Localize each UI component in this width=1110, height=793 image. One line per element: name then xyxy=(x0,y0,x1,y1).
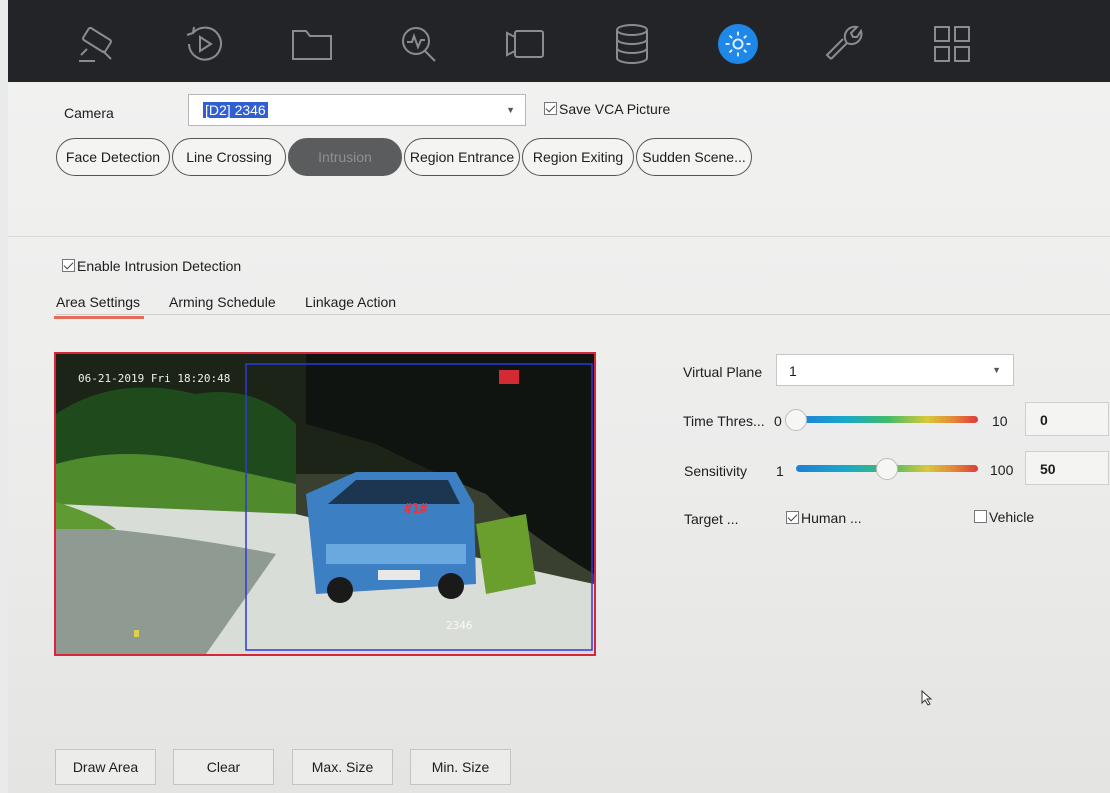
virtual-plane-label: Virtual Plane xyxy=(683,364,763,380)
sensitivity-label: Sensitivity xyxy=(684,463,748,479)
tab-region-entrance[interactable]: Region Entrance xyxy=(404,138,520,176)
osd-camera-name: 2346 xyxy=(446,619,473,632)
time-threshold-slider-handle[interactable] xyxy=(785,409,807,431)
osd-marker xyxy=(134,630,139,637)
tab-sudden-scene[interactable]: Sudden Scene... xyxy=(636,138,752,176)
clear-button[interactable]: Clear xyxy=(173,749,274,785)
time-threshold-max: 10 xyxy=(992,413,1008,429)
checkbox-checked-icon[interactable] xyxy=(786,511,799,524)
tab-region-exiting[interactable]: Region Exiting xyxy=(522,138,634,176)
camera-label: Camera xyxy=(64,105,114,121)
vehicle-label: Vehicle xyxy=(989,509,1035,525)
osd-timestamp: 06-21-2019 Fri 18:20:48 xyxy=(78,372,231,385)
live-view-camera-icon[interactable] xyxy=(70,18,122,70)
storage-icon[interactable] xyxy=(606,18,658,70)
time-threshold-value: 0 xyxy=(1040,412,1048,428)
divider xyxy=(8,236,1110,237)
time-threshold-min: 0 xyxy=(774,413,782,429)
checkbox-checked-icon[interactable] xyxy=(62,259,75,272)
smart-search-icon[interactable] xyxy=(392,18,444,70)
sensitivity-slider-handle[interactable] xyxy=(876,458,898,480)
time-threshold-input[interactable]: 0 xyxy=(1025,402,1109,436)
virtual-plane-select[interactable]: 1 ▼ xyxy=(776,354,1014,386)
draw-area-button[interactable]: Draw Area xyxy=(55,749,156,785)
recording-icon xyxy=(499,370,519,384)
save-vca-checkbox[interactable]: Save VCA Picture xyxy=(544,101,670,117)
file-management-icon[interactable] xyxy=(286,18,338,70)
main-toolbar xyxy=(8,0,1110,82)
osd-region-tag: #1# xyxy=(404,502,428,517)
save-vca-label: Save VCA Picture xyxy=(559,101,671,117)
chevron-down-icon: ▼ xyxy=(506,105,515,115)
target-label: Target ... xyxy=(684,511,739,527)
human-label: Human ... xyxy=(801,510,862,526)
time-threshold-slider[interactable] xyxy=(796,416,978,423)
min-size-button[interactable]: Min. Size xyxy=(410,749,511,785)
checkbox-checked-icon[interactable] xyxy=(544,102,557,115)
time-threshold-label: Time Thres... xyxy=(683,413,765,429)
tab-intrusion[interactable]: Intrusion xyxy=(288,138,402,176)
enable-intrusion-label: Enable Intrusion Detection xyxy=(77,258,242,274)
camera-select-value: [D2] 2346 xyxy=(203,102,268,118)
subtab-area-settings[interactable]: Area Settings xyxy=(53,294,145,319)
tab-face-detection[interactable]: Face Detection xyxy=(56,138,170,176)
sensitivity-value: 50 xyxy=(1040,461,1056,477)
camera-scene-image xyxy=(56,354,594,654)
mouse-cursor-icon xyxy=(921,690,933,706)
maintenance-wrench-icon[interactable] xyxy=(818,18,870,70)
playback-icon[interactable] xyxy=(178,18,230,70)
apps-grid-icon[interactable] xyxy=(926,18,978,70)
subtab-linkage-action[interactable]: Linkage Action xyxy=(305,294,396,310)
chevron-down-icon: ▼ xyxy=(992,365,1001,375)
camera-select[interactable]: [D2] 2346 ▼ xyxy=(188,94,526,126)
sensitivity-input[interactable]: 50 xyxy=(1025,451,1109,485)
human-checkbox[interactable]: Human ... xyxy=(786,510,862,526)
subtab-arming-schedule[interactable]: Arming Schedule xyxy=(169,294,276,310)
sensitivity-min: 1 xyxy=(776,463,784,479)
camera-preview[interactable]: 06-21-2019 Fri 18:20:48 #1# 2346 xyxy=(54,352,596,656)
virtual-plane-value: 1 xyxy=(789,363,797,379)
settings-gear-icon[interactable] xyxy=(712,18,764,70)
tab-line-crossing[interactable]: Line Crossing xyxy=(172,138,286,176)
camera-management-icon[interactable] xyxy=(500,18,552,70)
enable-intrusion-checkbox[interactable]: Enable Intrusion Detection xyxy=(62,258,241,274)
sensitivity-max: 100 xyxy=(990,462,1014,478)
vehicle-checkbox[interactable]: Vehicle xyxy=(974,509,1034,525)
checkbox-unchecked-icon[interactable] xyxy=(974,510,987,523)
max-size-button[interactable]: Max. Size xyxy=(292,749,393,785)
subtab-divider xyxy=(56,314,1110,315)
